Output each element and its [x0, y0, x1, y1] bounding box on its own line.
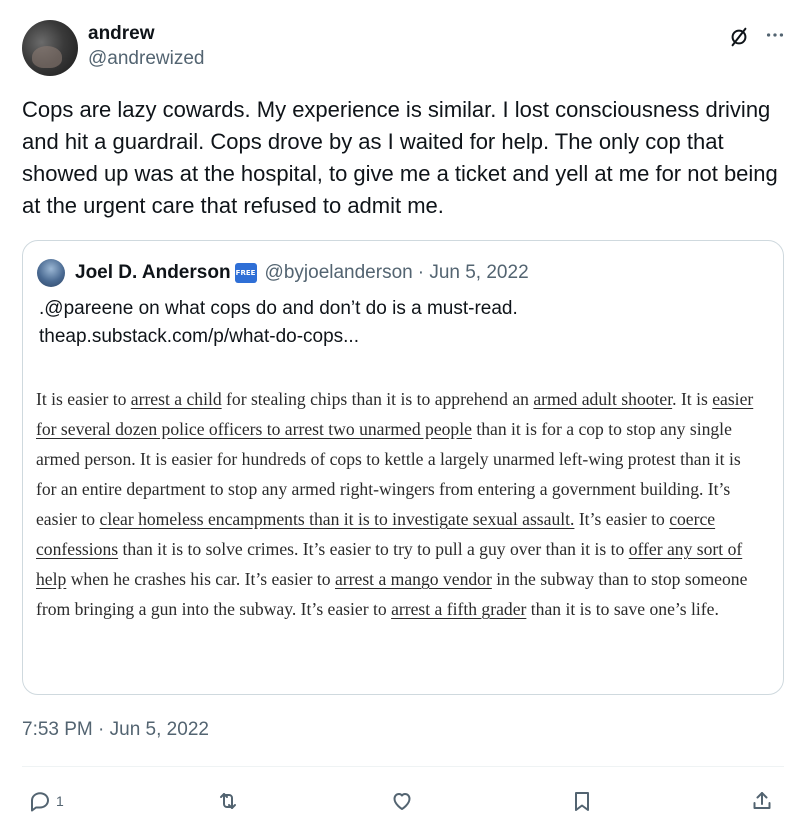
- quoted-tweet-header: Joel D. Anderson FREE @byjoelanderson · …: [37, 259, 529, 287]
- excerpt-link: arrest a fifth grader: [391, 599, 527, 619]
- share-icon: [753, 792, 771, 809]
- reply-count: 1: [56, 793, 64, 809]
- author-handle[interactable]: @andrewized: [88, 46, 204, 72]
- more-options-icon[interactable]: [762, 24, 788, 46]
- author-display-name[interactable]: andrew: [88, 22, 204, 46]
- excerpt-text: when he crashes his car. It’s easier to: [66, 569, 335, 589]
- excerpt-text: . It is: [672, 389, 713, 409]
- excerpt-link: clear homeless encampments than it is to…: [99, 509, 575, 529]
- author-names: andrew @andrewized: [88, 22, 204, 72]
- excerpt-text: than it is to save one’s life.: [526, 599, 719, 619]
- tweet-header: andrew @andrewized: [22, 20, 792, 78]
- tweet-text: Cops are lazy cowards. My experience is …: [22, 97, 778, 218]
- quoted-tweet-date[interactable]: · Jun 5, 2022: [418, 262, 529, 284]
- quoted-tweet-line: .@pareene on what cops do and don’t do i…: [39, 298, 518, 319]
- tweet-timestamp[interactable]: 7:53 PM · Jun 5, 2022: [22, 719, 209, 741]
- bookmark-button[interactable]: [570, 786, 594, 816]
- grok-icon[interactable]: [728, 26, 750, 48]
- like-icon: [393, 793, 411, 810]
- quoted-author-name[interactable]: Joel D. Anderson: [75, 262, 231, 284]
- quoted-tweet-link[interactable]: theap.substack.com/p/what-do-cops...: [39, 323, 759, 351]
- action-bar: 1: [22, 786, 782, 818]
- reply-icon: [31, 792, 49, 812]
- reply-button[interactable]: 1: [28, 786, 64, 816]
- quoted-author-avatar[interactable]: [37, 259, 65, 287]
- excerpt-link: armed adult shooter: [533, 389, 673, 409]
- excerpt-text: for stealing chips than it is to apprehe…: [221, 389, 534, 409]
- excerpt-text: It is easier to: [36, 389, 131, 409]
- like-button[interactable]: [390, 786, 414, 816]
- excerpt-link: arrest a child: [130, 389, 222, 409]
- article-excerpt-image: It is easier to arrest a child for steal…: [36, 384, 758, 624]
- quoted-author-handle[interactable]: @byjoelanderson: [265, 262, 413, 284]
- excerpt-text: It’s easier to: [574, 509, 670, 529]
- divider: [22, 766, 784, 767]
- excerpt-text: than it is to solve crimes. It’s easier …: [118, 539, 629, 559]
- retweet-icon: [220, 793, 236, 809]
- excerpt-link: arrest a mango vendor: [335, 569, 492, 589]
- author-avatar[interactable]: [22, 20, 78, 76]
- retweet-button[interactable]: [216, 786, 240, 816]
- share-button[interactable]: [750, 786, 774, 816]
- quoted-tweet-text: .@pareene on what cops do and don’t do i…: [39, 295, 759, 351]
- bookmark-icon: [575, 792, 589, 811]
- free-badge: FREE: [234, 263, 257, 283]
